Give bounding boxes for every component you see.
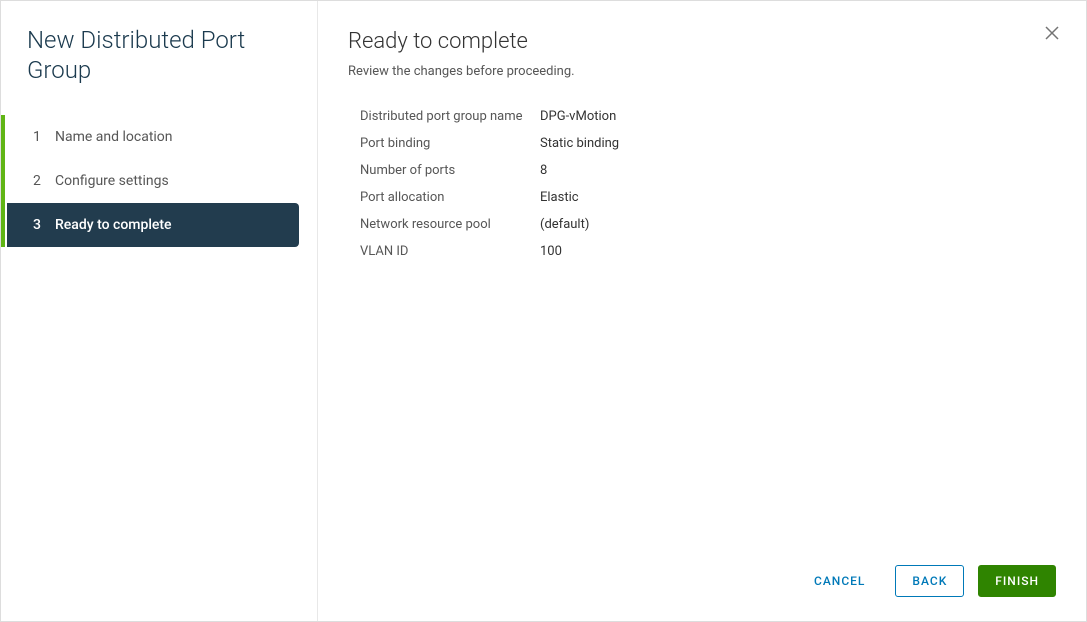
summary-table: Distributed port group name DPG-vMotion … (348, 103, 1056, 265)
close-icon (1044, 25, 1060, 41)
wizard-sidebar: New Distributed Port Group 1 Name and lo… (1, 1, 318, 621)
wizard-step-label: Name and location (55, 129, 173, 145)
summary-label: VLAN ID (360, 244, 540, 259)
summary-label: Port allocation (360, 190, 540, 205)
page-title: Ready to complete (348, 29, 1056, 54)
wizard-step-configure-settings[interactable]: 2 Configure settings (7, 159, 299, 203)
summary-row-number-of-ports: Number of ports 8 (360, 157, 1056, 184)
wizard-footer: CANCEL BACK FINISH (348, 545, 1056, 621)
wizard-step-label: Configure settings (55, 173, 169, 189)
summary-value: (default) (540, 217, 589, 232)
wizard-step-number: 1 (33, 129, 55, 145)
page-subtitle: Review the changes before proceeding. (348, 64, 1056, 79)
summary-row-network-resource-pool: Network resource pool (default) (360, 211, 1056, 238)
close-button[interactable] (1042, 23, 1062, 43)
summary-value: 8 (540, 163, 547, 178)
summary-label: Distributed port group name (360, 109, 540, 124)
summary-value: Elastic (540, 190, 579, 205)
finish-button[interactable]: FINISH (978, 565, 1056, 597)
wizard-title: New Distributed Port Group (1, 25, 317, 105)
main-header: Ready to complete Review the changes bef… (348, 29, 1056, 79)
wizard-steps-list: 1 Name and location 2 Configure settings… (1, 115, 317, 247)
summary-value: Static binding (540, 136, 619, 151)
summary-row-vlan-id: VLAN ID 100 (360, 238, 1056, 265)
back-button[interactable]: BACK (895, 565, 964, 597)
summary-label: Number of ports (360, 163, 540, 178)
summary-label: Network resource pool (360, 217, 540, 232)
cancel-button[interactable]: CANCEL (798, 566, 881, 596)
summary-label: Port binding (360, 136, 540, 151)
summary-row-port-allocation: Port allocation Elastic (360, 184, 1056, 211)
wizard-step-number: 2 (33, 173, 55, 189)
summary-value: DPG-vMotion (540, 109, 616, 124)
summary-value: 100 (540, 244, 562, 259)
summary-row-port-group-name: Distributed port group name DPG-vMotion (360, 103, 1056, 130)
wizard-step-label: Ready to complete (55, 217, 172, 233)
wizard-step-ready-to-complete[interactable]: 3 Ready to complete (7, 203, 299, 247)
wizard-step-number: 3 (33, 217, 55, 233)
wizard-main-panel: Ready to complete Review the changes bef… (318, 1, 1086, 621)
summary-row-port-binding: Port binding Static binding (360, 130, 1056, 157)
wizard-dialog: New Distributed Port Group 1 Name and lo… (0, 0, 1087, 622)
wizard-step-name-and-location[interactable]: 1 Name and location (7, 115, 299, 159)
